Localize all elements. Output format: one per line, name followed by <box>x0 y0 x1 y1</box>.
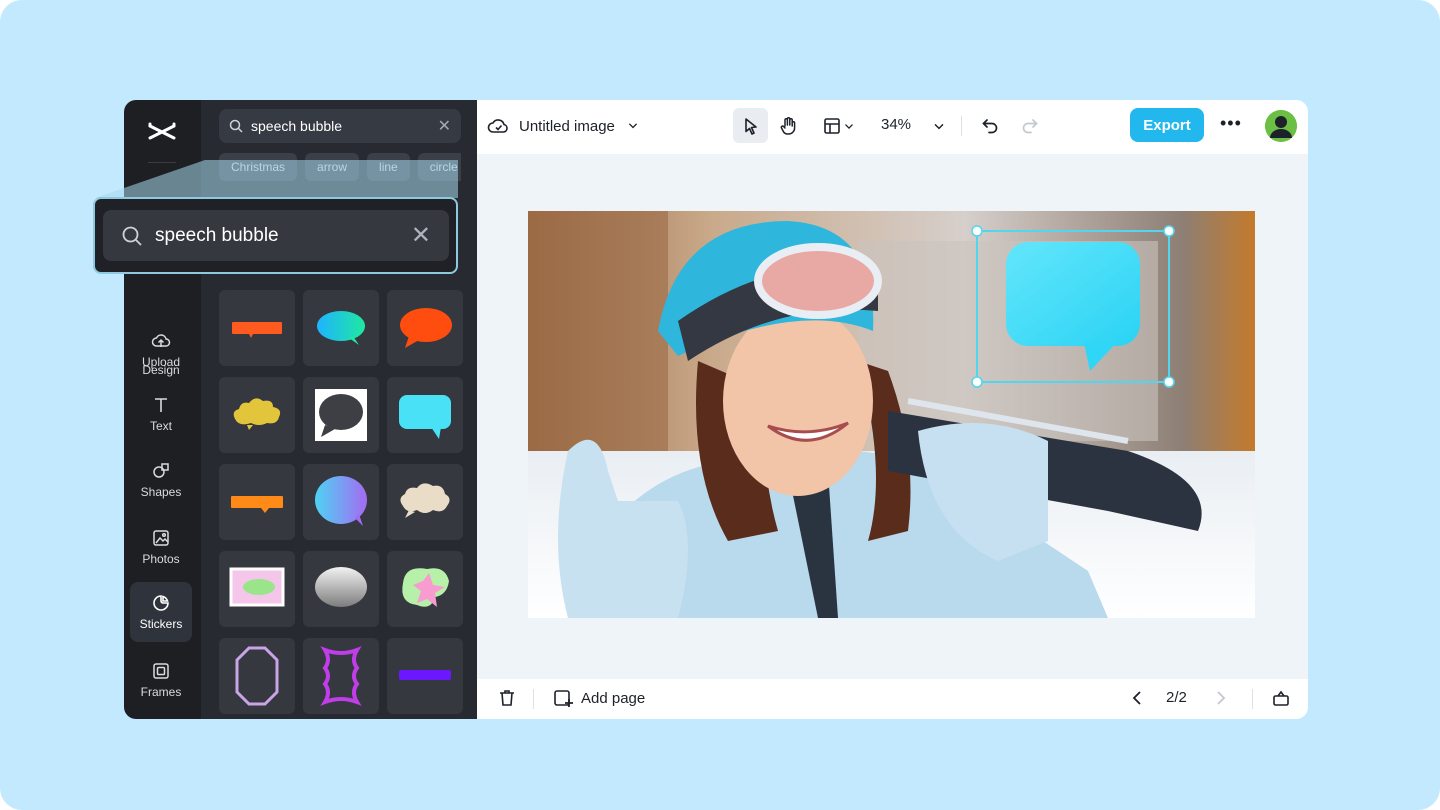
trash-icon <box>500 690 514 706</box>
sticker-tile[interactable] <box>219 464 295 540</box>
rail-item-text[interactable]: Text <box>130 384 192 444</box>
bottom-divider <box>533 689 534 709</box>
chevron-left-icon <box>1132 691 1141 705</box>
toolbar-divider <box>961 116 962 136</box>
sticker-search-input[interactable]: speech bubble <box>251 118 342 134</box>
bottom-divider-right <box>1252 689 1253 709</box>
add-page-button[interactable]: Add page <box>553 688 645 708</box>
page-indicator: 2/2 <box>1166 689 1187 706</box>
rail-item-upload[interactable]: Upload <box>130 320 192 380</box>
rail-item-frames[interactable]: Frames <box>130 650 192 710</box>
export-button[interactable]: Export <box>1130 108 1204 142</box>
chevron-down-icon[interactable] <box>625 118 641 134</box>
sticker-tile[interactable] <box>219 638 295 714</box>
rail-label-upload: Upload <box>141 355 181 369</box>
redo-icon <box>1022 118 1038 133</box>
sticker-tile[interactable] <box>219 290 295 366</box>
sticker-search[interactable]: speech bubble ✕ <box>219 109 461 143</box>
undo-icon <box>982 118 998 133</box>
rail-label-frames: Frames <box>140 685 182 699</box>
shapes-icon <box>153 463 169 478</box>
panel-up-icon <box>1273 690 1289 706</box>
editor-main: Untitled image 34% Export ••• Add page 2… <box>477 100 1308 719</box>
prev-page-button[interactable] <box>1127 688 1147 708</box>
stickers-icon <box>153 595 169 611</box>
zoom-level[interactable]: 34% <box>881 116 911 133</box>
next-page-button[interactable] <box>1211 688 1231 708</box>
sticker-tile[interactable] <box>303 551 379 627</box>
chevron-down-icon <box>845 123 853 129</box>
close-icon[interactable]: ✕ <box>411 221 431 250</box>
page-panel-toggle[interactable] <box>1271 688 1291 708</box>
search-icon <box>122 226 142 246</box>
sticker-tile[interactable] <box>303 638 379 714</box>
document-title[interactable]: Untitled image <box>487 115 641 137</box>
layout-menu-button[interactable] <box>819 108 859 143</box>
layout-icon <box>824 117 840 134</box>
rail-label-shapes: Shapes <box>140 485 182 499</box>
sticker-tile[interactable] <box>303 464 379 540</box>
top-toolbar: Untitled image 34% Export ••• <box>477 100 1308 154</box>
add-page-label: Add page <box>581 689 646 707</box>
upload-icon <box>151 334 171 347</box>
chevron-right-icon <box>1217 691 1226 705</box>
bottom-bar: Add page 2/2 <box>477 679 1308 719</box>
sticker-tile[interactable] <box>219 377 295 453</box>
rail-label-text: Text <box>149 419 172 433</box>
hand-tool-button[interactable] <box>773 108 803 143</box>
rail-item-photos[interactable]: Photos <box>130 517 192 577</box>
frames-icon <box>153 663 169 679</box>
redo-button[interactable] <box>1017 108 1043 143</box>
sticker-tile[interactable] <box>387 638 463 714</box>
sticker-grid <box>219 290 463 714</box>
sticker-tile[interactable] <box>219 551 295 627</box>
rail-item-shapes[interactable]: Shapes <box>130 450 192 510</box>
avatar[interactable] <box>1265 110 1297 142</box>
callout-search-field[interactable]: speech bubble ✕ <box>103 210 449 261</box>
zoom-dropdown[interactable] <box>927 108 951 143</box>
title-text[interactable]: Untitled image <box>519 118 615 135</box>
sticker-tile[interactable] <box>387 464 463 540</box>
chevron-down-icon <box>934 123 944 129</box>
rail-label-photos: Photos <box>142 552 180 566</box>
rail-label-stickers: Stickers <box>139 617 183 631</box>
search-icon <box>229 119 243 133</box>
search-zoom-callout: speech bubble ✕ <box>93 197 458 274</box>
cloud-sync-icon <box>487 119 508 133</box>
capcut-logo-icon[interactable] <box>147 120 177 144</box>
select-tool-button[interactable] <box>733 108 768 143</box>
undo-button[interactable] <box>977 108 1003 143</box>
rail-item-stickers[interactable]: Stickers <box>130 582 192 642</box>
sticker-tile[interactable] <box>303 290 379 366</box>
delete-page-button[interactable] <box>497 688 517 708</box>
sticker-tile[interactable] <box>387 290 463 366</box>
hand-icon <box>780 116 796 135</box>
photos-icon <box>153 530 169 546</box>
sticker-tile[interactable] <box>387 551 463 627</box>
cursor-icon <box>744 117 757 135</box>
sticker-tile[interactable] <box>303 377 379 453</box>
add-page-icon <box>554 690 573 707</box>
canvas-image[interactable] <box>528 211 1255 618</box>
user-icon <box>1265 110 1297 142</box>
callout-search-text: speech bubble <box>155 224 279 246</box>
more-options-icon[interactable]: ••• <box>1220 113 1242 134</box>
text-icon <box>155 398 167 412</box>
sticker-tile[interactable] <box>387 377 463 453</box>
close-icon[interactable]: ✕ <box>438 116 451 136</box>
